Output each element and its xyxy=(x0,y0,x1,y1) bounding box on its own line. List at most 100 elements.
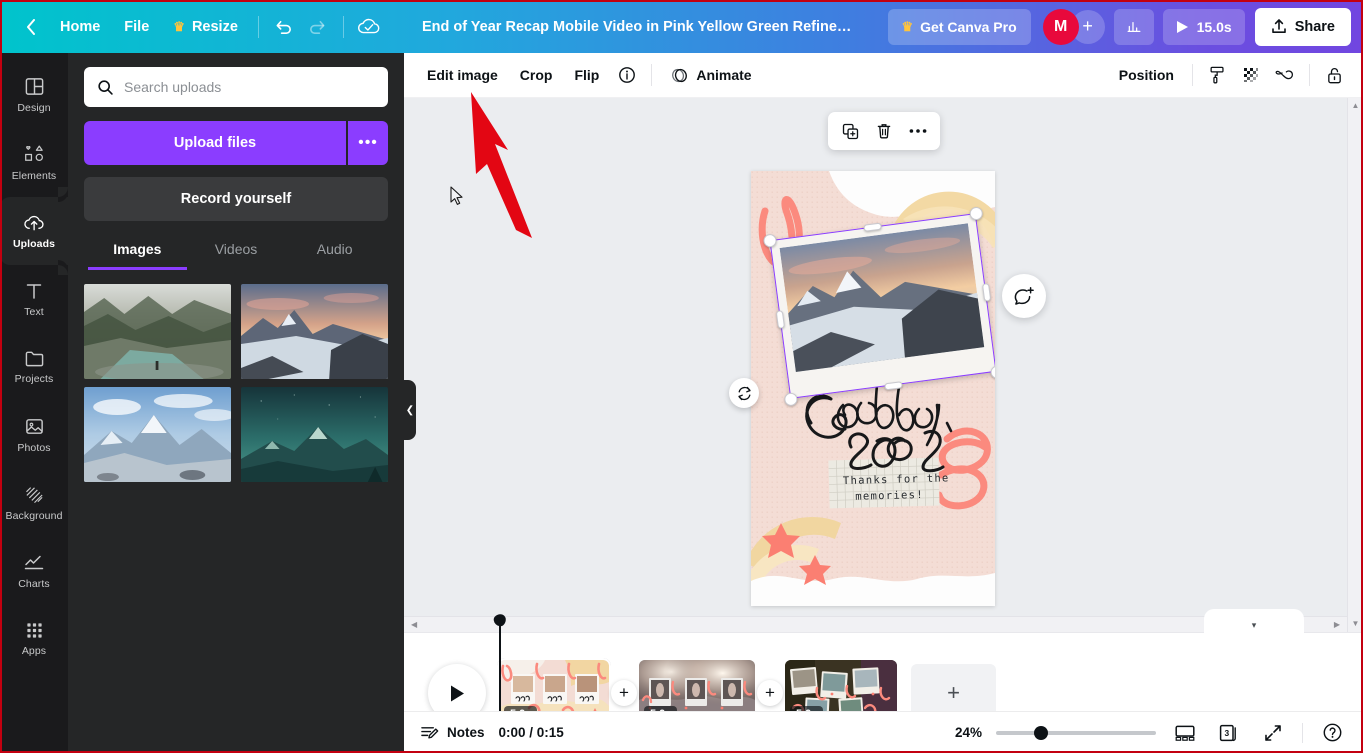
get-canva-pro-button[interactable]: ♛ Get Canva Pro xyxy=(887,8,1031,45)
upload-thumbnail[interactable] xyxy=(84,387,231,482)
search-uploads-box[interactable] xyxy=(84,67,388,107)
sidebar-item-uploads[interactable]: Uploads xyxy=(0,187,68,275)
presenter-view-button[interactable] xyxy=(1170,719,1200,747)
lock-icon xyxy=(1327,67,1341,83)
add-transition-button-2[interactable]: + xyxy=(757,680,783,706)
animate-button[interactable]: Animate xyxy=(659,59,762,91)
design-page[interactable]: Thanks for the memories! xyxy=(751,171,995,606)
sidebar-item-photos[interactable]: Photos xyxy=(0,401,68,469)
upload-thumbnail[interactable] xyxy=(241,284,388,379)
redo-icon xyxy=(310,20,325,34)
file-menu[interactable]: File xyxy=(112,10,161,44)
collaborators: M + xyxy=(1042,8,1105,45)
fullscreen-button[interactable] xyxy=(1258,719,1288,747)
back-button[interactable] xyxy=(14,10,48,44)
scroll-up-arrow[interactable]: ▲ xyxy=(1348,98,1363,114)
add-comment-button[interactable] xyxy=(1002,274,1046,318)
home-button[interactable]: Home xyxy=(48,10,112,44)
scroll-right-arrow[interactable]: ▶ xyxy=(1330,617,1344,633)
sidebar-item-label: Charts xyxy=(18,577,50,590)
tab-label: Audio xyxy=(316,241,353,257)
flip-button[interactable]: Flip xyxy=(563,59,610,91)
canvas-vertical-scrollbar[interactable]: ▲ ▼ xyxy=(1347,98,1363,632)
record-yourself-button[interactable]: Record yourself xyxy=(84,177,388,221)
copy-style-button[interactable] xyxy=(1200,59,1234,91)
sidebar-item-label: Design xyxy=(17,102,51,114)
folder-icon xyxy=(25,351,43,367)
insights-button[interactable] xyxy=(1113,8,1154,45)
snowy-mountain-peaks xyxy=(84,387,231,482)
redo-button[interactable] xyxy=(301,10,335,44)
upload-thumbnail[interactable] xyxy=(84,284,231,379)
scroll-left-arrow[interactable]: ◀ xyxy=(407,617,421,633)
crop-button[interactable]: Crop xyxy=(509,59,564,91)
lock-button[interactable] xyxy=(1317,59,1351,91)
uploads-grid xyxy=(84,284,388,482)
sidebar-item-charts[interactable]: Charts xyxy=(0,537,68,605)
upload-icon xyxy=(1271,19,1286,33)
sidebar-item-label: Uploads xyxy=(12,237,56,250)
timeline-collapse-tab[interactable]: ▾ xyxy=(1204,609,1304,634)
crop-label: Crop xyxy=(519,67,553,83)
design-stage[interactable]: Thanks for the memories! xyxy=(404,98,1347,632)
scroll-down-arrow[interactable]: ▼ xyxy=(1348,616,1363,632)
misty-forest-river xyxy=(84,284,231,379)
link-button[interactable] xyxy=(1268,59,1302,91)
tab-images[interactable]: Images xyxy=(88,241,187,270)
more-horizontal-icon xyxy=(909,129,927,133)
notes-button[interactable]: Notes xyxy=(420,724,485,742)
playhead[interactable] xyxy=(499,620,501,715)
crown-icon: ♛ xyxy=(901,18,914,34)
upload-thumbnail[interactable] xyxy=(241,387,388,482)
duplicate-icon xyxy=(842,123,858,139)
add-transition-button[interactable]: + xyxy=(611,680,637,706)
toolbar-divider-2 xyxy=(342,15,344,38)
more-options-button[interactable] xyxy=(902,116,934,146)
zoom-slider[interactable] xyxy=(996,725,1156,740)
sidebar-item-text[interactable]: Text xyxy=(0,265,68,333)
plus-icon: + xyxy=(765,683,775,702)
cloud-save-status[interactable] xyxy=(352,10,386,44)
share-button[interactable]: Share xyxy=(1254,7,1351,46)
avatar[interactable]: M xyxy=(1042,8,1079,45)
zoom-slider-knob[interactable] xyxy=(1034,725,1048,740)
upload-more-button[interactable]: ••• xyxy=(348,121,388,165)
undo-button[interactable] xyxy=(267,10,301,44)
line-chart-icon xyxy=(24,555,44,569)
info-button[interactable] xyxy=(610,59,644,91)
zoom-percent[interactable]: 24% xyxy=(955,725,982,740)
grid-dots-icon xyxy=(26,623,42,638)
preview-duration-button[interactable]: 15.0s xyxy=(1162,8,1245,45)
rotate-handle[interactable] xyxy=(729,378,759,408)
sidebar-item-background[interactable]: Background xyxy=(0,469,68,537)
sidebar-item-projects[interactable]: Projects xyxy=(0,333,68,401)
search-input[interactable] xyxy=(124,79,375,95)
tab-audio[interactable]: Audio xyxy=(285,241,384,270)
transparency-button[interactable] xyxy=(1234,59,1268,91)
panel-collapse-button[interactable]: ❮ xyxy=(404,380,416,440)
position-button[interactable]: Position xyxy=(1108,59,1185,91)
delete-button[interactable] xyxy=(868,116,900,146)
sidebar-item-apps[interactable]: Apps xyxy=(0,605,68,673)
top-bar: Home File ♛ Resize End of Year Recap Mob… xyxy=(0,0,1363,53)
selected-image-object[interactable] xyxy=(762,205,995,407)
uploads-tabs: Images Videos Audio xyxy=(84,241,388,270)
flip-label: Flip xyxy=(574,67,600,83)
play-icon xyxy=(450,685,464,701)
crown-icon: ♛ xyxy=(173,18,185,34)
resize-button[interactable]: ♛ Resize xyxy=(161,10,250,44)
tab-videos[interactable]: Videos xyxy=(187,241,286,270)
help-button[interactable] xyxy=(1317,719,1347,747)
pages-button[interactable]: 3 xyxy=(1214,719,1244,747)
rotate-icon xyxy=(737,386,751,400)
pages-icon: 3 xyxy=(1219,724,1236,741)
plus-icon: + xyxy=(947,680,960,705)
edit-image-button[interactable]: Edit image xyxy=(416,59,509,91)
duplicate-button[interactable] xyxy=(834,116,866,146)
undo-icon xyxy=(276,20,292,34)
photo-icon xyxy=(25,419,43,434)
upload-files-button[interactable]: Upload files xyxy=(84,121,346,165)
sidebar-item-design[interactable]: Design xyxy=(0,61,68,129)
presenter-view-icon xyxy=(1175,725,1195,741)
design-title[interactable]: End of Year Recap Mobile Video in Pink Y… xyxy=(386,19,888,35)
